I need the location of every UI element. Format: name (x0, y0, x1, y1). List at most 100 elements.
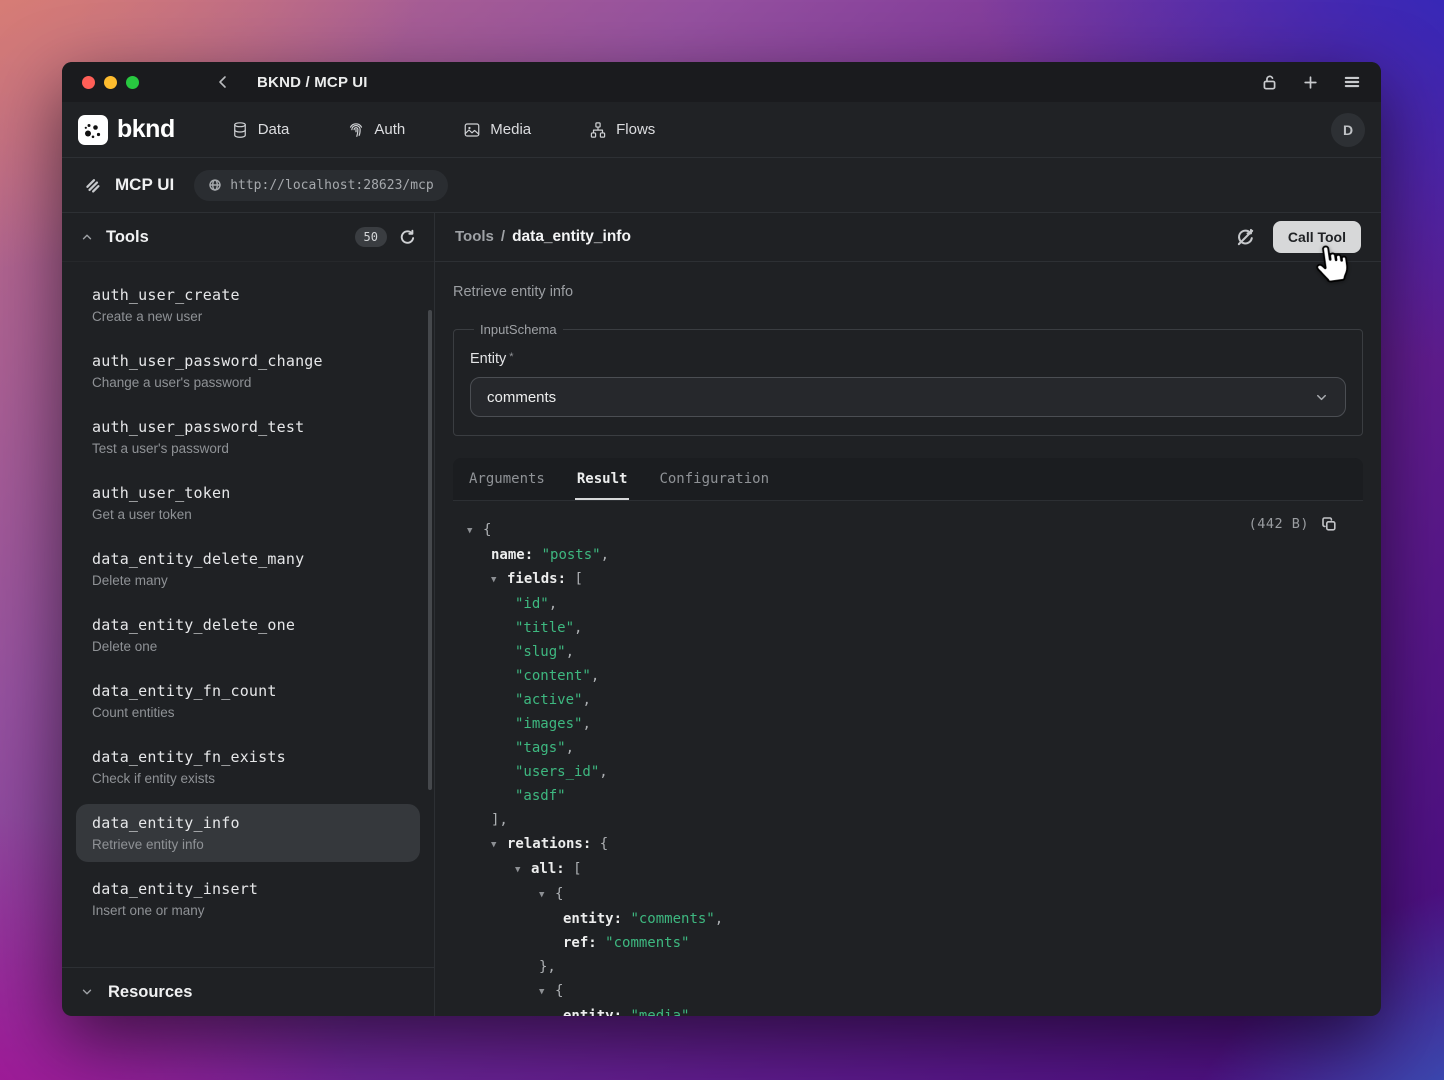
sidebar-tool-item-auth_user_create[interactable]: auth_user_createCreate a new user (76, 276, 420, 334)
titlebar: BKND / MCP UI (62, 62, 1381, 102)
zoom-window-button[interactable] (126, 76, 139, 89)
json-line: ], (467, 808, 1353, 832)
json-token-punc: [ (574, 571, 582, 587)
tool-detail-panel: Tools / data_entity_info Call Tool Retri… (435, 213, 1381, 1016)
tab-configuration[interactable]: Configuration (657, 458, 771, 500)
tool-description: Test a user's password (92, 441, 404, 456)
workflow-icon (589, 121, 607, 139)
collapse-triangle-icon[interactable]: ▼ (539, 883, 555, 907)
image-icon (463, 121, 481, 139)
breadcrumb-current-tool: data_entity_info (512, 228, 631, 246)
user-avatar[interactable]: D (1331, 113, 1365, 147)
tool-description: Create a new user (92, 309, 404, 324)
json-token-punc: }, (539, 959, 556, 975)
json-token-str: "id" (515, 596, 549, 612)
sidebar-tool-item-auth_user_password_change[interactable]: auth_user_password_changeChange a user's… (76, 342, 420, 400)
json-token-key: entity: (563, 911, 622, 927)
json-line: entity: "comments", (467, 907, 1353, 931)
entity-field-label: Entity* (470, 351, 1346, 367)
breadcrumb-section[interactable]: Tools (455, 228, 494, 245)
tool-name: data_entity_info (92, 814, 404, 832)
tool-detail-header: Tools / data_entity_info Call Tool (435, 213, 1381, 262)
chevron-down-icon (1314, 390, 1329, 405)
tool-name: auth_user_password_change (92, 352, 404, 370)
json-line: "id", (467, 592, 1353, 616)
json-token-str: "tags" (515, 740, 566, 756)
tools-sidebar: Tools 50 auth_user_createCreate a new us… (62, 213, 435, 1016)
sidebar-tool-item-data_entity_delete_one[interactable]: data_entity_delete_one Delete one (76, 606, 420, 664)
sidebar-tool-item-auth_user_token[interactable]: auth_user_tokenGet a user token (76, 474, 420, 532)
json-token-key: relations: (507, 836, 591, 852)
resources-section-header[interactable]: Resources (62, 967, 434, 1016)
json-result-viewer: (442 B) ▼{name: "posts",▼fields: ["id","… (453, 501, 1363, 1016)
json-token-str: "media" (630, 1008, 689, 1016)
tab-result[interactable]: Result (575, 458, 630, 500)
collapse-triangle-icon[interactable]: ▼ (491, 568, 507, 592)
collapse-triangle-icon[interactable]: ▼ (491, 833, 507, 857)
call-tool-button[interactable]: Call Tool (1273, 221, 1361, 253)
menu-icon[interactable] (1343, 73, 1361, 91)
json-line: "asdf" (467, 784, 1353, 808)
json-token-key: entity: (563, 1008, 622, 1016)
tool-description: Delete one (92, 639, 404, 654)
sidebar-tool-item-auth_user_password_test[interactable]: auth_user_password_testTest a user's pas… (76, 408, 420, 466)
json-token-punc: , (591, 668, 599, 684)
collapse-triangle-icon[interactable]: ▼ (467, 519, 483, 543)
json-token-str: "comments" (630, 911, 714, 927)
json-line: "images", (467, 712, 1353, 736)
new-tab-icon[interactable] (1302, 74, 1319, 91)
auto-refresh-off-icon[interactable] (1236, 228, 1255, 247)
minimize-window-button[interactable] (104, 76, 117, 89)
database-icon (231, 121, 249, 139)
back-icon[interactable] (215, 74, 231, 90)
json-token-punc: , (601, 547, 609, 563)
input-schema-legend: InputSchema (474, 322, 563, 337)
chevron-down-icon (80, 985, 94, 999)
json-token-punc: , (566, 740, 574, 756)
result-tabs: Arguments Result Configuration (453, 458, 1363, 501)
entity-select[interactable]: comments (470, 377, 1346, 417)
nav-label: Data (258, 121, 290, 138)
json-token-key: fields: (507, 571, 566, 587)
window-title: BKND / MCP UI (257, 74, 368, 91)
collapse-triangle-icon[interactable]: ▼ (539, 980, 555, 1004)
sidebar-tool-item-data_entity_fn_exists[interactable]: data_entity_fn_existsCheck if entity exi… (76, 738, 420, 796)
json-line: ref: "comments" (467, 931, 1353, 955)
json-line: "tags", (467, 736, 1353, 760)
mcp-endpoint-pill[interactable]: http://localhost:28623/mcp (194, 170, 448, 201)
json-token-str: "title" (515, 620, 574, 636)
sidebar-tool-item-data_entity_fn_count[interactable]: data_entity_fn_countCount entities (76, 672, 420, 730)
json-line: ▼{ (467, 882, 1353, 907)
tool-description: Check if entity exists (92, 771, 404, 786)
json-token-str: "slug" (515, 644, 566, 660)
tools-section-header[interactable]: Tools 50 (62, 213, 434, 262)
mcp-bar: MCP UI http://localhost:28623/mcp (62, 158, 1381, 213)
refresh-tools-icon[interactable] (399, 229, 416, 246)
tool-description: Get a user token (92, 507, 404, 522)
close-window-button[interactable] (82, 76, 95, 89)
json-line: ▼{ (467, 979, 1353, 1004)
nav-item-flows[interactable]: Flows (589, 121, 655, 139)
nav-item-auth[interactable]: Auth (347, 121, 405, 139)
bknd-logo-icon (78, 115, 108, 145)
collapse-triangle-icon[interactable]: ▼ (515, 858, 531, 882)
lock-open-icon[interactable] (1261, 74, 1278, 91)
json-token-punc: { (555, 886, 563, 902)
json-line: ▼fields: [ (467, 567, 1353, 592)
tool-description: Retrieve entity info (92, 837, 404, 852)
tool-description: Delete many (92, 573, 404, 588)
sidebar-tool-item-data_entity_insert[interactable]: data_entity_insertInsert one or many (76, 870, 420, 928)
copy-result-icon[interactable] (1321, 516, 1337, 532)
brand-logo[interactable]: bknd (78, 115, 175, 145)
nav-item-media[interactable]: Media (463, 121, 531, 139)
sidebar-scrollbar[interactable] (428, 310, 432, 790)
json-token-punc: , (582, 716, 590, 732)
json-token-punc: , (582, 692, 590, 708)
result-size-label: (442 B) (1249, 516, 1309, 532)
tools-section-title: Tools (106, 228, 149, 247)
tab-arguments[interactable]: Arguments (467, 458, 547, 500)
nav-item-data[interactable]: Data (231, 121, 290, 139)
sidebar-tool-item-data_entity_info[interactable]: data_entity_info Retrieve entity info (76, 804, 420, 862)
tool-name: data_entity_delete_one (92, 616, 404, 634)
sidebar-tool-item-data_entity_delete_many[interactable]: data_entity_delete_manyDelete many (76, 540, 420, 598)
